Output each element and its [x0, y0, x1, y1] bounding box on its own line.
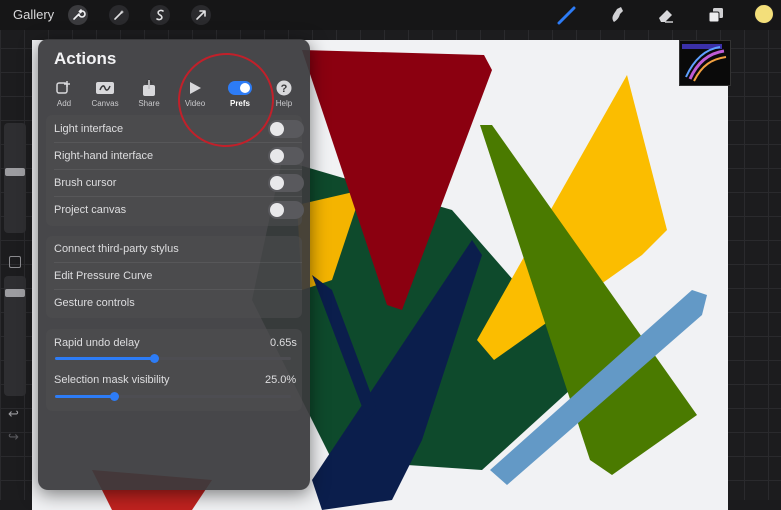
opacity-slider[interactable] — [4, 276, 26, 396]
canvas-thumbnail[interactable] — [679, 40, 731, 86]
toggle-label-light-interface: Light interface — [54, 123, 124, 135]
selection-mask-label: Selection mask visibility — [54, 374, 170, 386]
divider — [54, 289, 302, 290]
layers-icon[interactable] — [706, 5, 726, 25]
smudge-icon[interactable] — [607, 5, 627, 25]
transform-arrow-icon[interactable] — [191, 5, 211, 25]
redo-icon[interactable]: ↪ — [8, 429, 19, 445]
procreate-logo — [685, 46, 727, 82]
selection-mask-slider[interactable] — [55, 392, 291, 401]
toggle-label-brush-cursor: Brush cursor — [54, 177, 117, 189]
top-toolbar: Gallery — [0, 0, 781, 30]
tab-add[interactable]: Add — [44, 79, 84, 111]
eraser-icon[interactable] — [656, 5, 676, 25]
connect-stylus-link[interactable]: Connect third-party stylus — [54, 243, 179, 255]
brush-icon[interactable] — [557, 5, 577, 25]
selection-s-icon[interactable] — [150, 5, 170, 25]
toggle-light-interface[interactable] — [268, 120, 304, 138]
add-icon — [44, 79, 84, 97]
brush-size-slider[interactable] — [4, 123, 26, 233]
toggle-project-canvas[interactable] — [268, 201, 304, 219]
toggle-group: Light interface Right-hand interface Bru… — [46, 115, 304, 226]
tab-label: Add — [56, 99, 72, 108]
svg-text:?: ? — [281, 83, 288, 95]
selection-mask-value: 25.0% — [265, 374, 297, 386]
canvas-icon — [85, 79, 125, 97]
undo-icon[interactable]: ↩ — [8, 406, 19, 422]
divider — [54, 196, 302, 197]
tab-canvas[interactable]: Canvas — [85, 79, 125, 111]
modify-button[interactable] — [9, 256, 21, 268]
divider — [54, 262, 302, 263]
gallery-button[interactable]: Gallery — [13, 7, 54, 22]
rapid-undo-delay-label: Rapid undo delay — [54, 337, 140, 349]
links-group: Connect third-party stylus Edit Pressure… — [46, 236, 302, 318]
share-icon — [129, 79, 169, 97]
tab-share[interactable]: Share — [129, 79, 169, 111]
slider-fill — [55, 357, 155, 360]
toggle-knob — [270, 149, 284, 163]
slider-handle[interactable] — [110, 392, 119, 401]
tab-label: Canvas — [91, 99, 119, 108]
magic-wand-icon[interactable] — [109, 5, 129, 25]
tab-label: Share — [138, 99, 160, 108]
gesture-controls-link[interactable]: Gesture controls — [54, 297, 135, 309]
edit-pressure-curve-link[interactable]: Edit Pressure Curve — [54, 270, 152, 282]
divider — [54, 169, 302, 170]
wrench-icon[interactable] — [68, 5, 88, 25]
rapid-undo-delay-slider[interactable] — [55, 354, 291, 363]
rapid-undo-delay-value: 0.65s — [270, 337, 297, 349]
sliders-group: Rapid undo delay 0.65s Selection mask vi… — [46, 329, 302, 411]
brush-size-handle[interactable] — [5, 168, 25, 176]
toggle-label-right-hand: Right-hand interface — [54, 150, 154, 162]
divider — [54, 142, 302, 143]
toggle-right-hand-interface[interactable] — [268, 147, 304, 165]
toggle-knob — [270, 122, 284, 136]
opacity-handle[interactable] — [5, 289, 25, 297]
toggle-knob — [270, 176, 284, 190]
toggle-label-project-canvas: Project canvas — [54, 204, 127, 216]
panel-title: Actions — [54, 49, 117, 68]
color-swatch[interactable] — [754, 4, 774, 24]
toggle-knob — [270, 203, 284, 217]
toggle-brush-cursor[interactable] — [268, 174, 304, 192]
slider-fill — [55, 395, 114, 398]
